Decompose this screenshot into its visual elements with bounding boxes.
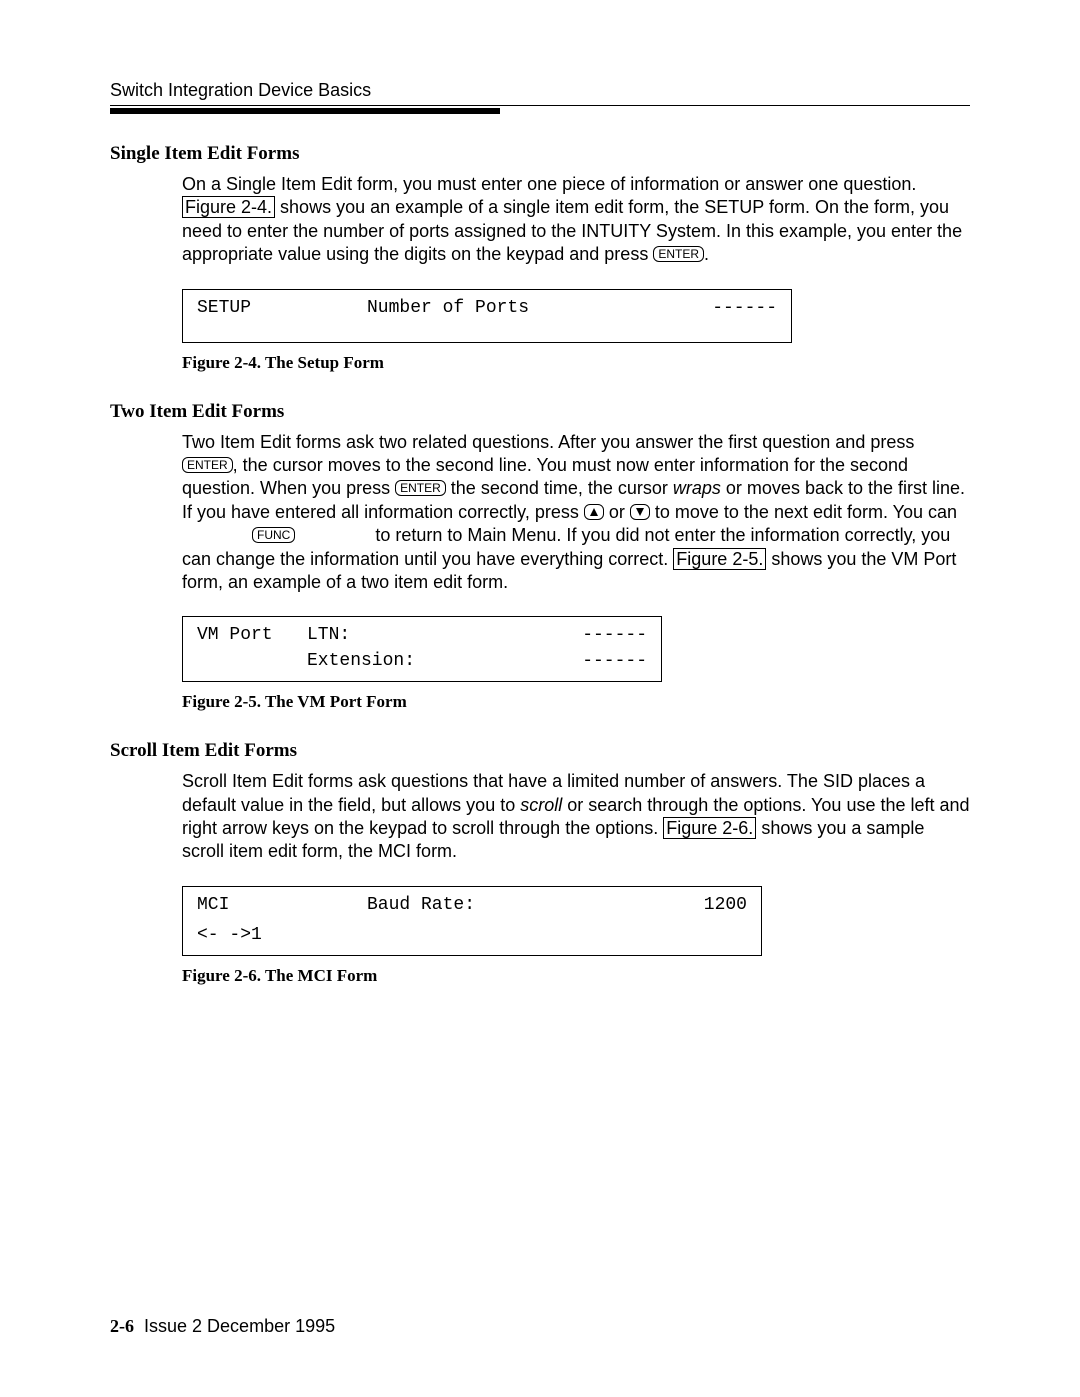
vmport-form-box: VM Port LTN: ------ Extension: ------ — [182, 616, 662, 682]
scroll-body: Scroll Item Edit forms ask questions tha… — [182, 770, 970, 986]
figure-2-5-link[interactable]: Figure 2-5. — [673, 548, 766, 570]
text: . — [704, 244, 709, 264]
mci-form-box: MCI Baud Rate: 1200 <- ->1 — [182, 886, 762, 956]
two-body: Two Item Edit forms ask two related ques… — [182, 431, 970, 713]
issue-text: Issue 2 December 1995 — [144, 1316, 335, 1336]
mci-baud-value: 1200 — [704, 895, 747, 915]
text: Two Item Edit forms ask two related ques… — [182, 432, 914, 452]
figure-2-5-caption: Figure 2-5. The VM Port Form — [182, 692, 970, 712]
page-footer: 2-6 Issue 2 December 1995 — [110, 1316, 335, 1337]
enter-key-icon: ENTER — [395, 480, 446, 496]
down-arrow-key-icon — [630, 504, 650, 520]
section-title-single: Single Item Edit Forms — [110, 143, 970, 165]
vmport-dashes: ------ — [582, 625, 647, 645]
section-title-two: Two Item Edit Forms — [110, 401, 970, 423]
setup-col3: ------ — [712, 298, 777, 318]
figure-2-6-link[interactable]: Figure 2-6. — [663, 817, 756, 839]
vmport-ext-label: Extension: — [307, 651, 582, 671]
two-paragraph: Two Item Edit forms ask two related ques… — [182, 431, 970, 595]
text: to move to the next edit form. You can — [650, 502, 957, 522]
up-arrow-key-icon — [584, 504, 604, 520]
func-key-icon: FUNC — [252, 527, 295, 543]
vmport-dashes2: ------ — [582, 651, 647, 671]
vmport-col1: VM Port — [197, 625, 307, 645]
blank — [197, 651, 307, 671]
scroll-paragraph: Scroll Item Edit forms ask questions tha… — [182, 770, 970, 864]
header-rule — [110, 105, 970, 115]
text: shows you an example of a single item ed… — [182, 197, 962, 264]
section-title-scroll: Scroll Item Edit Forms — [110, 740, 970, 762]
mci-col1: MCI — [197, 895, 367, 915]
setup-form-box: SETUP Number of Ports ------ — [182, 289, 792, 343]
wraps-word: wraps — [673, 478, 721, 498]
mci-arrows: <- ->1 — [197, 925, 262, 945]
enter-key-icon: ENTER — [653, 246, 704, 262]
text: the second time, the cursor — [446, 478, 673, 498]
setup-col1: SETUP — [197, 298, 367, 318]
figure-2-4-link[interactable]: Figure 2-4. — [182, 196, 275, 218]
vmport-ltn-label: LTN: — [307, 625, 582, 645]
figure-2-6-caption: Figure 2-6. The MCI Form — [182, 966, 970, 986]
text: On a Single Item Edit form, you must ent… — [182, 174, 916, 194]
single-paragraph: On a Single Item Edit form, you must ent… — [182, 173, 970, 267]
page: Switch Integration Device Basics Single … — [0, 0, 1080, 1397]
mci-baud-label: Baud Rate: — [367, 895, 704, 915]
text: or — [604, 502, 630, 522]
single-body: On a Single Item Edit form, you must ent… — [182, 173, 970, 373]
figure-2-4-caption: Figure 2-4. The Setup Form — [182, 353, 970, 373]
page-number: 2-6 — [110, 1316, 134, 1336]
enter-key-icon: ENTER — [182, 457, 233, 473]
scroll-word: scroll — [520, 795, 562, 815]
setup-col2: Number of Ports — [367, 298, 712, 318]
running-head: Switch Integration Device Basics — [110, 80, 970, 101]
